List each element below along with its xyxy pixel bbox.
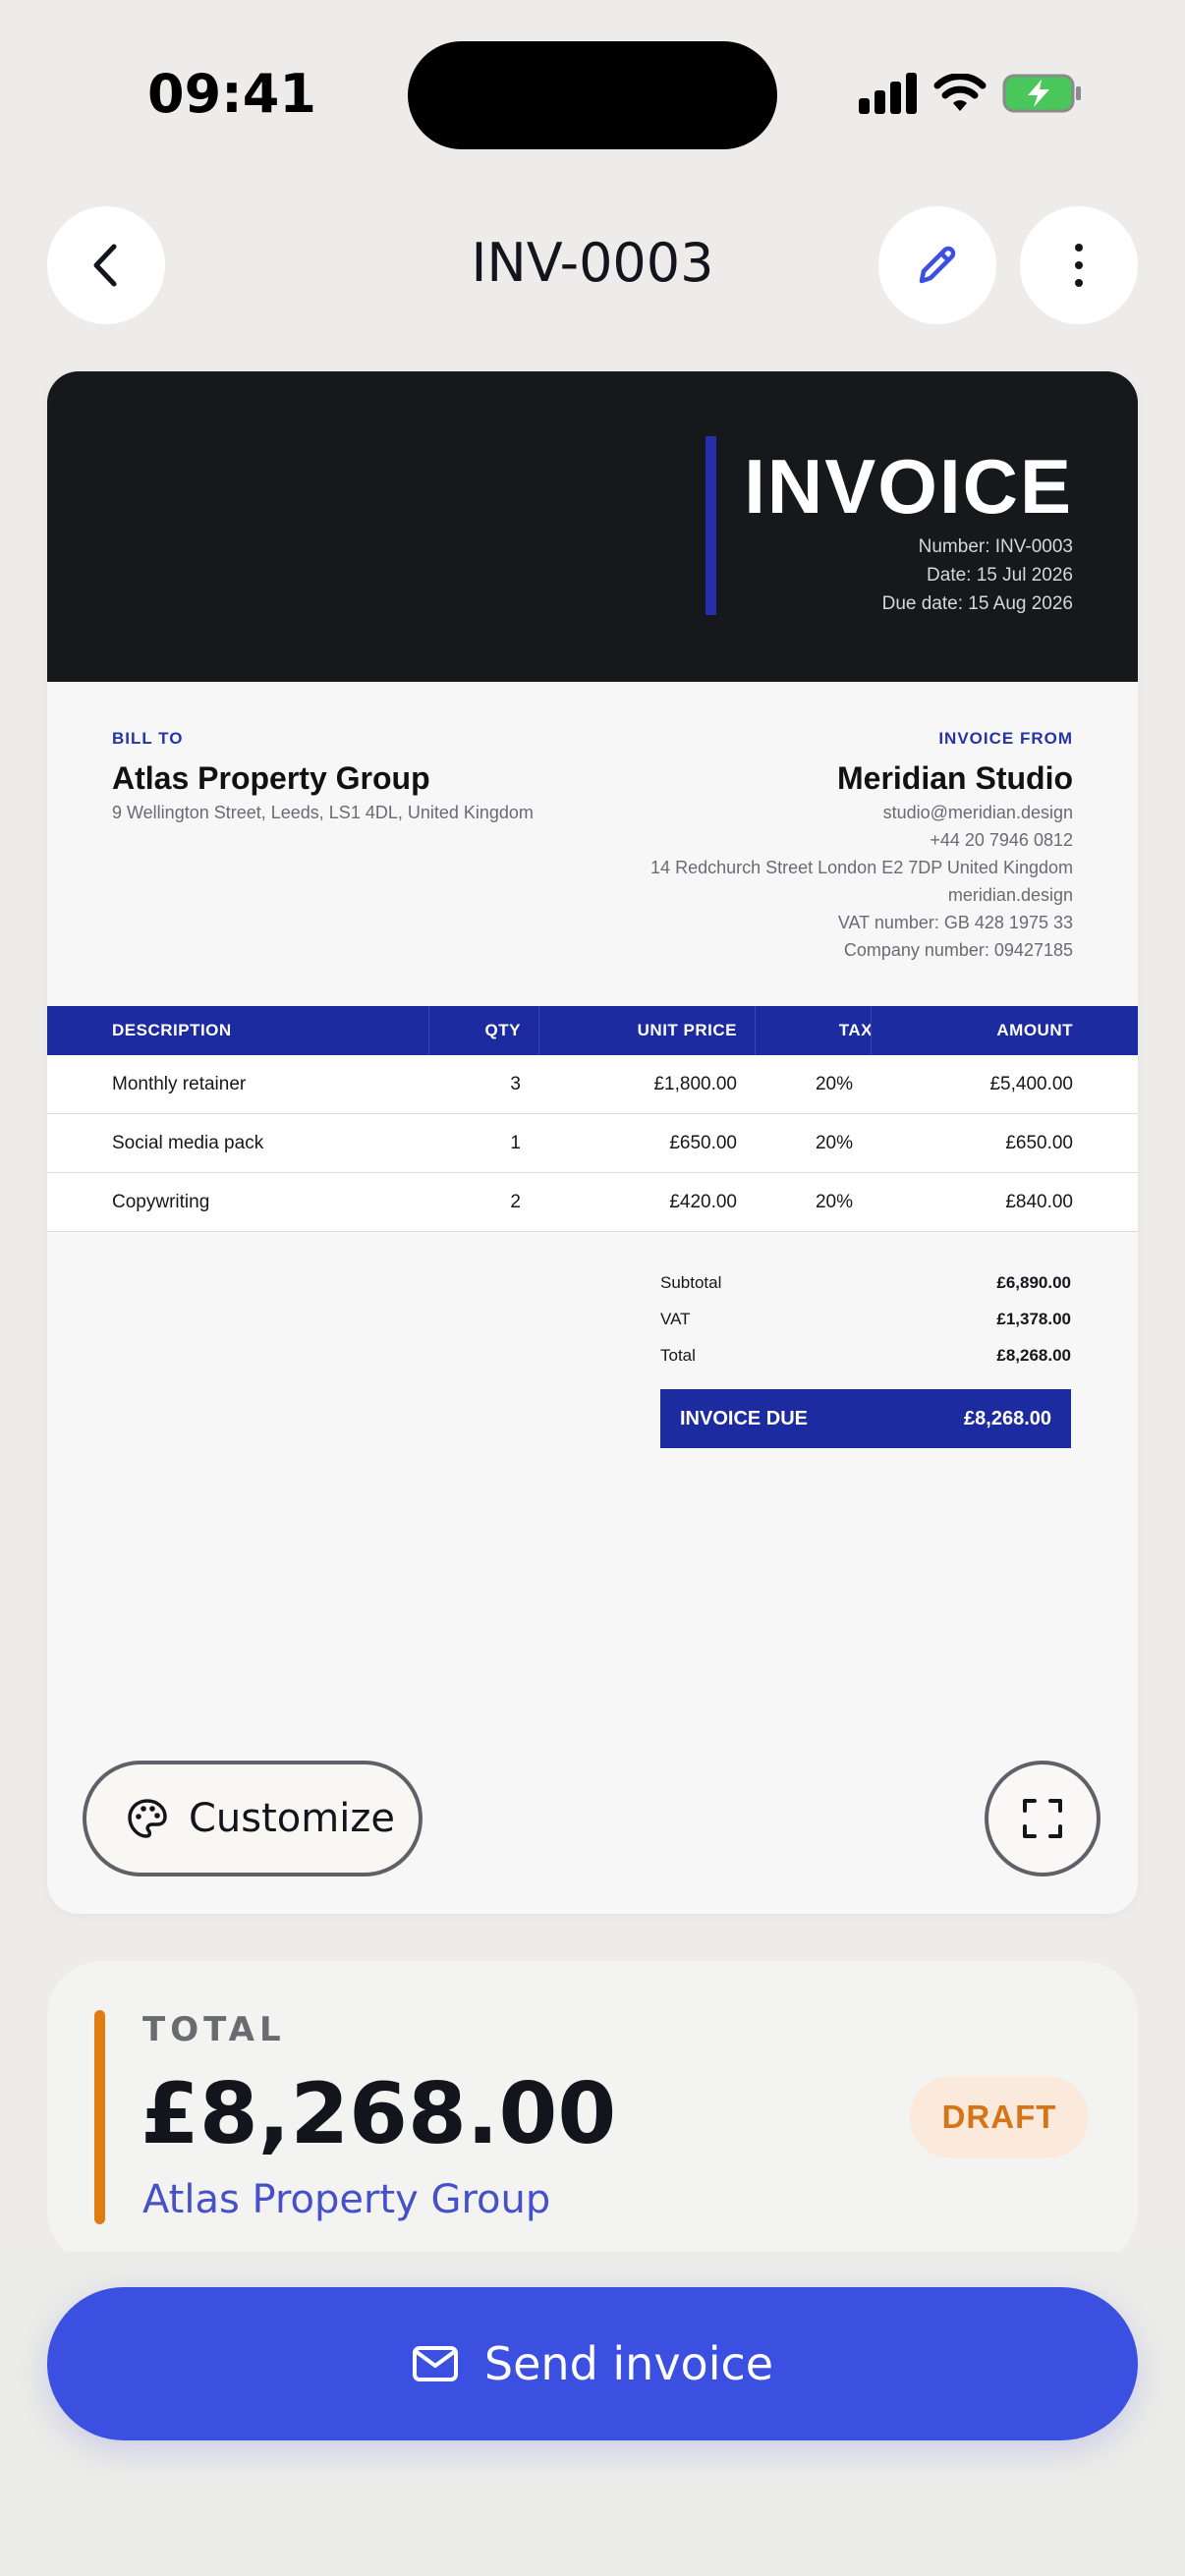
status-icons bbox=[859, 73, 1083, 114]
dynamic-island bbox=[408, 41, 777, 149]
item-qty: 3 bbox=[510, 1074, 521, 1094]
item-unit-price: £420.00 bbox=[669, 1192, 737, 1212]
status-time: 09:41 bbox=[147, 63, 316, 125]
total-value: £8,268.00 bbox=[996, 1346, 1071, 1365]
wifi-icon bbox=[933, 74, 987, 111]
back-chevron-icon bbox=[93, 244, 117, 287]
from-address: 14 Redchurch Street London E2 7DP United… bbox=[650, 858, 1073, 877]
invoice-from-name: Meridian Studio bbox=[837, 760, 1073, 796]
item-tax: 20% bbox=[815, 1074, 853, 1094]
palette-icon bbox=[128, 1799, 167, 1838]
invoice-due-label: INVOICE DUE bbox=[680, 1408, 809, 1429]
from-phone: +44 20 7946 0812 bbox=[930, 830, 1073, 850]
item-unit-price: £1,800.00 bbox=[653, 1074, 737, 1094]
bill-to-name: Atlas Property Group bbox=[112, 760, 430, 796]
edit-button[interactable] bbox=[878, 206, 996, 324]
invoice-from-label: INVOICE FROM bbox=[938, 729, 1073, 748]
invoice-preview: INVOICE Number: INV-0003 Date: 15 Jul 20… bbox=[47, 371, 1138, 1914]
invoice-due-bar: INVOICE DUE £8,268.00 bbox=[660, 1389, 1071, 1448]
item-unit-price: £650.00 bbox=[669, 1133, 737, 1153]
summary-total-amount: £8,268.00 bbox=[141, 2065, 617, 2163]
back-button[interactable] bbox=[47, 206, 165, 324]
item-amount: £650.00 bbox=[1005, 1133, 1073, 1153]
page-title: INV-0003 bbox=[471, 232, 714, 294]
from-vat-number: VAT number: GB 428 1975 33 bbox=[837, 913, 1073, 932]
customize-label: Customize bbox=[189, 1796, 395, 1841]
item-tax: 20% bbox=[815, 1133, 853, 1153]
item-qty: 2 bbox=[510, 1192, 521, 1212]
invoice-header: INVOICE Number: INV-0003 Date: 15 Jul 20… bbox=[47, 371, 1138, 682]
total-row: Total £8,268.00 bbox=[660, 1346, 1071, 1366]
status-badge: DRAFT bbox=[910, 2076, 1089, 2158]
from-website: meridian.design bbox=[947, 885, 1073, 905]
fullscreen-button[interactable] bbox=[985, 1761, 1100, 1876]
from-email: studio@meridian.design bbox=[882, 803, 1073, 822]
item-amount: £5,400.00 bbox=[989, 1074, 1073, 1094]
table-row: Copywriting 2 £420.00 20% £840.00 bbox=[47, 1173, 1138, 1232]
send-invoice-label: Send invoice bbox=[483, 2337, 774, 2390]
vat-value: £1,378.00 bbox=[996, 1310, 1071, 1328]
table-row: Social media pack 1 £650.00 20% £650.00 bbox=[47, 1114, 1138, 1173]
subtotal-value: £6,890.00 bbox=[996, 1273, 1071, 1292]
summary-total-label: TOTAL bbox=[142, 2010, 286, 2049]
edit-pencil-icon bbox=[919, 246, 956, 284]
column-qty: QTY bbox=[484, 1021, 521, 1039]
more-vertical-icon bbox=[1075, 244, 1083, 287]
column-amount: AMOUNT bbox=[996, 1021, 1073, 1039]
customize-button[interactable]: Customize bbox=[83, 1761, 423, 1876]
item-description: Monthly retainer bbox=[112, 1074, 247, 1094]
column-unit-price: UNIT PRICE bbox=[637, 1021, 737, 1039]
column-description: DESCRIPTION bbox=[112, 1021, 232, 1039]
expand-icon bbox=[1023, 1799, 1062, 1838]
invoice-number: Number: INV-0003 bbox=[918, 536, 1073, 557]
more-options-button[interactable] bbox=[1020, 206, 1138, 324]
item-tax: 20% bbox=[815, 1192, 853, 1212]
from-company-number: Company number: 09427185 bbox=[843, 940, 1073, 960]
subtotal-row: Subtotal £6,890.00 bbox=[660, 1273, 1071, 1293]
invoice-title: INVOICE bbox=[744, 443, 1073, 530]
invoice-due-value: £8,268.00 bbox=[964, 1408, 1051, 1429]
bill-to-address: 9 Wellington Street, Leeds, LS1 4DL, Uni… bbox=[112, 803, 534, 822]
vat-label: VAT bbox=[660, 1310, 691, 1328]
status-bar: 09:41 bbox=[0, 0, 1185, 187]
item-amount: £840.00 bbox=[1005, 1192, 1073, 1212]
summary-accent-bar bbox=[94, 2010, 105, 2224]
header-accent-bar bbox=[705, 436, 716, 615]
subtotal-label: Subtotal bbox=[660, 1273, 722, 1292]
send-invoice-button[interactable]: Send invoice bbox=[47, 2287, 1138, 2440]
items-table-header: DESCRIPTION QTY UNIT PRICE TAX AMOUNT bbox=[47, 1006, 1138, 1055]
summary-client-name: Atlas Property Group bbox=[142, 2177, 551, 2222]
column-tax: TAX bbox=[838, 1021, 873, 1039]
item-description: Social media pack bbox=[112, 1133, 264, 1153]
invoice-date: Date: 15 Jul 2026 bbox=[927, 565, 1073, 586]
battery-icon bbox=[1002, 74, 1081, 113]
summary-card: TOTAL £8,268.00 Atlas Property Group DRA… bbox=[47, 1961, 1138, 2266]
bill-to-label: BILL TO bbox=[112, 729, 184, 748]
signal-icon bbox=[859, 73, 917, 114]
mail-icon bbox=[412, 2346, 458, 2381]
total-label: Total bbox=[660, 1346, 696, 1365]
item-qty: 1 bbox=[510, 1133, 521, 1153]
item-description: Copywriting bbox=[112, 1192, 210, 1212]
table-row: Monthly retainer 3 £1,800.00 20% £5,400.… bbox=[47, 1055, 1138, 1114]
vat-row: VAT £1,378.00 bbox=[660, 1310, 1071, 1329]
invoice-due-date: Due date: 15 Aug 2026 bbox=[881, 593, 1073, 614]
